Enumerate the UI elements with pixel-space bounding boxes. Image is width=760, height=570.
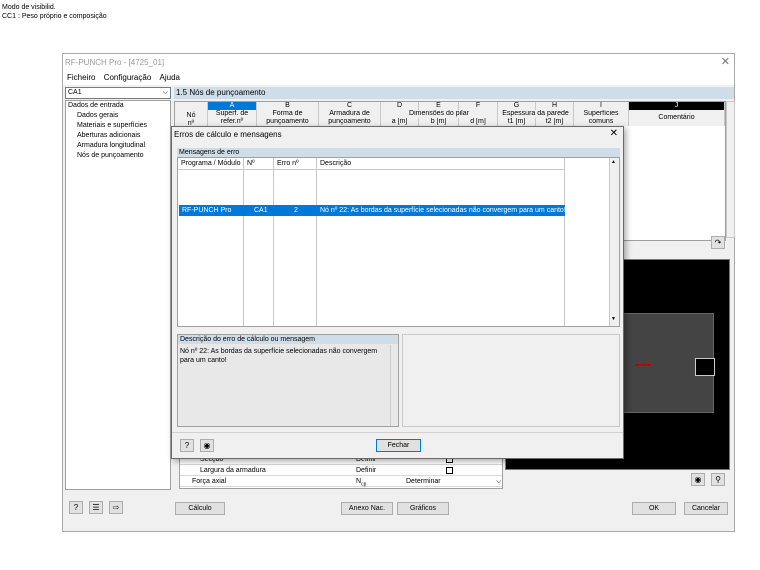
header-t2: t2 [m]	[536, 118, 574, 126]
header-dim-d: d [m]	[459, 118, 498, 126]
width-checkbox[interactable]	[446, 467, 453, 474]
messages-scrollbar[interactable]: ▲ ▼	[609, 158, 619, 326]
menu-settings[interactable]: Configuração	[104, 73, 152, 82]
description-panel: Descrição do erro de cálculo ou mensagem…	[177, 334, 399, 427]
tree-item-openings[interactable]: Aberturas adicionais	[66, 131, 170, 141]
tree-item-general[interactable]: Dados gerais	[66, 111, 170, 121]
section-title: 1.5 Nós de punçoamento	[174, 87, 734, 99]
param-label: Força axial	[192, 478, 227, 485]
header-column-dims: Dimensões do pilar	[381, 110, 498, 118]
scroll-down-icon[interactable]: ▼	[611, 316, 616, 322]
eye-icon[interactable]: ◉	[200, 439, 214, 452]
window-close-icon[interactable]: ✕	[721, 54, 730, 70]
pick-icon[interactable]: ↷	[711, 236, 725, 249]
case-select[interactable]: CA1 ⌵	[65, 87, 171, 99]
chevron-down-icon: ⌵	[162, 89, 168, 96]
param-value: Definir	[356, 467, 377, 474]
col-no[interactable]: Nº	[244, 158, 274, 170]
zoom-icon[interactable]: ⚲	[711, 473, 725, 486]
help-icon[interactable]: ?	[180, 439, 194, 452]
eye-icon[interactable]: ◉	[691, 473, 705, 486]
chevron-down-icon[interactable]: ⌵	[496, 477, 501, 487]
detail-panel	[402, 334, 620, 427]
col-g-letter[interactable]: G	[498, 102, 536, 110]
status-note: Modo de visibilid. CC1 : Peso próprio e …	[2, 3, 107, 21]
axis-arrow-icon	[635, 364, 651, 366]
header-comment: Comentário	[629, 110, 725, 126]
col-h-letter[interactable]: H	[536, 102, 574, 110]
header-t1: t1 [m]	[498, 118, 536, 126]
row-no: CA1	[254, 207, 268, 214]
menu-bar: Ficheiro Configuração Ajuda	[63, 71, 734, 85]
export-icon[interactable]: ⇨	[109, 501, 123, 514]
row-description: Nó nº 22: As bordas da superfície seleci…	[320, 207, 566, 214]
tree-item-materials[interactable]: Materiais e superfícies	[66, 121, 170, 131]
param-row-axial: Força axial Ncp Determinar ⌵	[180, 477, 502, 487]
header-common-surfaces: Superfícies comuns	[574, 110, 629, 126]
parameters-table: Secção Definir Largura da armadura Defin…	[179, 454, 503, 489]
description-scrollbar[interactable]	[390, 345, 397, 426]
param-row-width: Largura da armadura Definir	[180, 466, 502, 476]
header-dim-b: b [m]	[419, 118, 459, 126]
tree-item-reinforcement[interactable]: Armadura longitudinal	[66, 141, 170, 151]
ok-button[interactable]: OK	[632, 502, 676, 515]
national-annex-button[interactable]: Anexo Nac.	[341, 502, 393, 515]
help-icon[interactable]: ?	[69, 501, 83, 514]
table-row[interactable]: RF-PUNCH Pro CA1 2 Nó nº 22: As bordas d…	[179, 205, 566, 216]
col-a-letter[interactable]: A	[208, 102, 257, 110]
col-d-letter[interactable]: D	[381, 102, 419, 110]
tree-item-punching-nodes[interactable]: Nós de punçoamento	[66, 151, 170, 161]
description-text: Nó nº 22: As bordas da superfície seleci…	[180, 348, 378, 364]
column-shape	[695, 358, 715, 376]
cancel-button[interactable]: Cancelar	[684, 502, 728, 515]
menu-help[interactable]: Ajuda	[160, 73, 180, 82]
col-i-letter[interactable]: I	[574, 102, 629, 110]
dialog-title: Erros de cálculo e mensagens	[174, 130, 282, 139]
header-dim-a: a [m]	[381, 118, 419, 126]
menu-file[interactable]: Ficheiro	[67, 73, 95, 82]
visibility-mode-label: Modo de visibilid.	[2, 4, 56, 11]
header-wall-thickness: Espessura da parede	[498, 110, 574, 118]
messages-table: Programa / Módulo Nº Erro nº Descrição R…	[177, 157, 620, 327]
row-program: RF-PUNCH Pro	[182, 207, 232, 214]
row-error-no: 2	[294, 207, 298, 214]
settings-icon[interactable]: ☰	[89, 501, 103, 514]
tree-root[interactable]: Dados de entrada	[66, 101, 170, 111]
header-reinforcement: Armadura de punçoamento	[319, 110, 381, 126]
col-b-letter[interactable]: B	[257, 102, 319, 110]
col-program[interactable]: Programa / Módulo	[178, 158, 244, 170]
determine-option[interactable]: Determinar	[406, 477, 441, 487]
messages-group-title: Mensagens de erro	[177, 148, 620, 157]
scroll-up-icon[interactable]: ▲	[611, 159, 616, 165]
graphics-button[interactable]: Gráficos	[397, 502, 449, 515]
header-surface: Superf. de refer.nº	[208, 110, 257, 126]
param-value: Ncp	[356, 478, 367, 488]
close-button[interactable]: Fechar	[376, 439, 421, 452]
col-e-letter[interactable]: E	[419, 102, 459, 110]
dialog-close-icon[interactable]: ✕	[610, 127, 618, 141]
load-case-label: CC1 : Peso próprio e composição	[2, 13, 107, 20]
errors-dialog: Erros de cálculo e mensagens ✕ Mensagens…	[171, 126, 624, 459]
col-j-letter[interactable]: J	[629, 102, 725, 110]
calculation-button[interactable]: Cálculo	[175, 502, 225, 515]
col-c-letter[interactable]: C	[319, 102, 381, 110]
window-title: RF-PUNCH Pro - [4725_01]	[63, 54, 734, 71]
col-error-no[interactable]: Erro nº	[274, 158, 317, 170]
description-group-title: Descrição do erro de cálculo ou mensagem	[178, 335, 398, 344]
col-description[interactable]: Descrição	[317, 158, 565, 170]
col-f-letter[interactable]: F	[459, 102, 498, 110]
param-label: Largura da armadura	[200, 467, 266, 474]
header-shape: Forma de punçoamento	[257, 110, 319, 126]
grid-scrollbar[interactable]	[726, 101, 735, 238]
navigator-tree: Dados de entrada Dados gerais Materiais …	[65, 100, 171, 490]
case-select-value: CA1	[68, 89, 82, 96]
